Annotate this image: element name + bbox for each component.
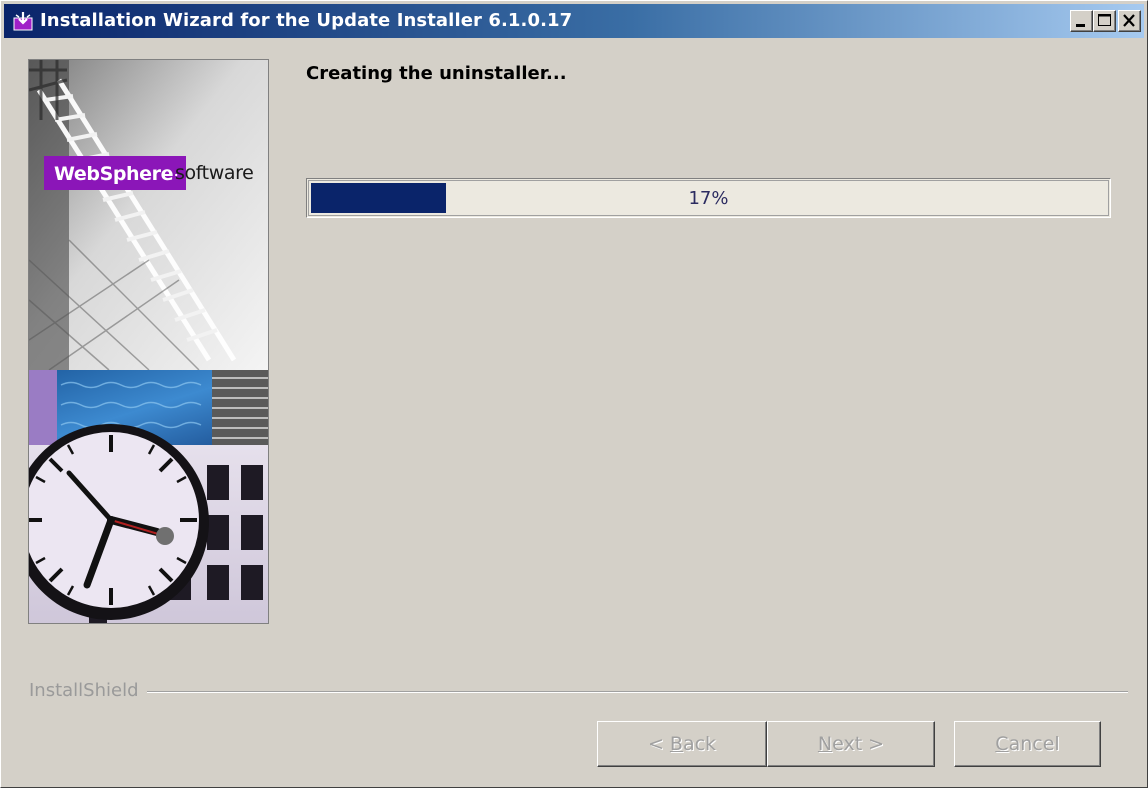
back-button[interactable]: < Back — [597, 721, 767, 767]
close-icon — [1123, 14, 1135, 27]
installer-window: Installation Wizard for the Update Insta… — [0, 0, 1148, 788]
footer-separator — [29, 691, 1128, 693]
cancel-button[interactable]: Cancel — [954, 721, 1101, 767]
product-banner: WebSphere. software — [28, 59, 269, 624]
close-button[interactable] — [1118, 10, 1141, 32]
installer-app-icon — [13, 11, 33, 31]
banner-artwork — [29, 60, 268, 623]
install-progress-bar: 17% — [306, 178, 1111, 218]
next-button-mnemonic: N — [817, 733, 833, 755]
progress-percent-label: 17% — [688, 188, 729, 209]
minimize-icon — [1076, 24, 1085, 27]
websphere-brand-text: WebSphere — [54, 163, 174, 185]
next-button-rest: ext > — [832, 733, 885, 755]
installshield-label: InstallShield — [29, 680, 147, 701]
minimize-button[interactable] — [1070, 10, 1093, 32]
cancel-button-rest: ancel — [1008, 733, 1060, 755]
maximize-button[interactable] — [1093, 10, 1116, 32]
websphere-product-text: software — [175, 162, 254, 184]
title-bar[interactable]: Installation Wizard for the Update Insta… — [4, 4, 1144, 38]
status-heading: Creating the uninstaller... — [306, 63, 567, 84]
maximize-icon — [1098, 14, 1111, 26]
back-button-mnemonic: B — [669, 733, 683, 755]
progress-track: 17% — [308, 180, 1109, 216]
cancel-button-mnemonic: C — [995, 733, 1009, 755]
back-button-prefix: < — [647, 733, 670, 755]
websphere-badge: WebSphere. — [44, 156, 186, 190]
window-title: Installation Wizard for the Update Insta… — [40, 10, 573, 31]
back-button-rest: ack — [682, 733, 717, 755]
next-button[interactable]: Next > — [767, 721, 935, 767]
